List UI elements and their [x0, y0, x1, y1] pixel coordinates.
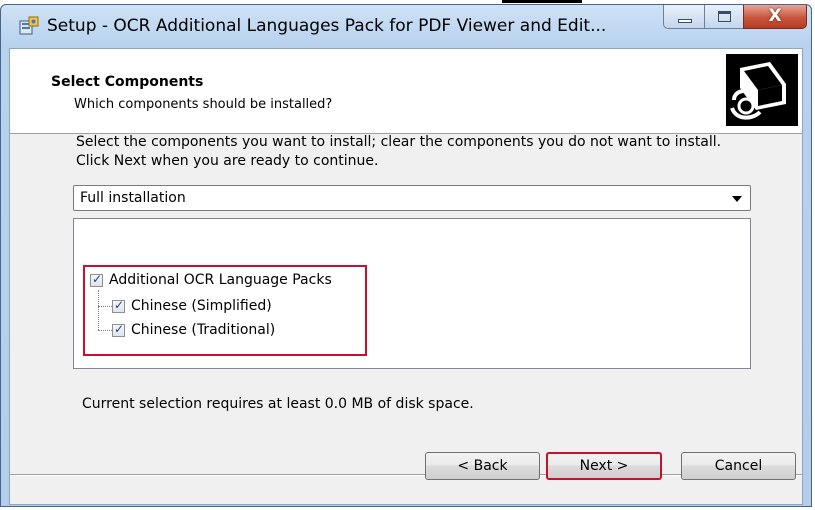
install-type-value: Full installation — [80, 190, 186, 206]
page-subtitle: Which components should be installed? — [74, 97, 333, 112]
top-black-mark — [502, 0, 582, 3]
installer-computer-icon — [726, 54, 798, 126]
maximize-button[interactable] — [704, 5, 744, 29]
page-title: Select Components — [51, 74, 204, 90]
window-controls: X — [663, 5, 809, 29]
close-button[interactable]: X — [743, 5, 807, 29]
install-type-dropdown[interactable]: Full installation — [73, 185, 751, 211]
disk-space-note: Current selection requires at least 0.0 … — [82, 396, 474, 412]
back-button[interactable]: < Back — [425, 452, 540, 480]
minimize-button[interactable] — [663, 5, 705, 29]
next-button[interactable]: Next > — [546, 452, 662, 480]
maximize-icon — [718, 11, 731, 22]
instructions-text: Select the components you want to instal… — [76, 134, 722, 169]
minimize-icon — [678, 19, 692, 23]
cancel-button[interactable]: Cancel — [681, 452, 796, 480]
title-bar[interactable]: Setup - OCR Additional Languages Pack fo… — [1, 5, 811, 48]
wizard-header: Select Components Which components shoul… — [10, 49, 802, 134]
close-icon: X — [768, 6, 782, 26]
window-title: Setup - OCR Additional Languages Pack fo… — [47, 16, 607, 36]
chevron-down-icon — [732, 196, 742, 202]
components-highlight-box — [83, 265, 367, 356]
setup-app-icon — [19, 16, 39, 35]
